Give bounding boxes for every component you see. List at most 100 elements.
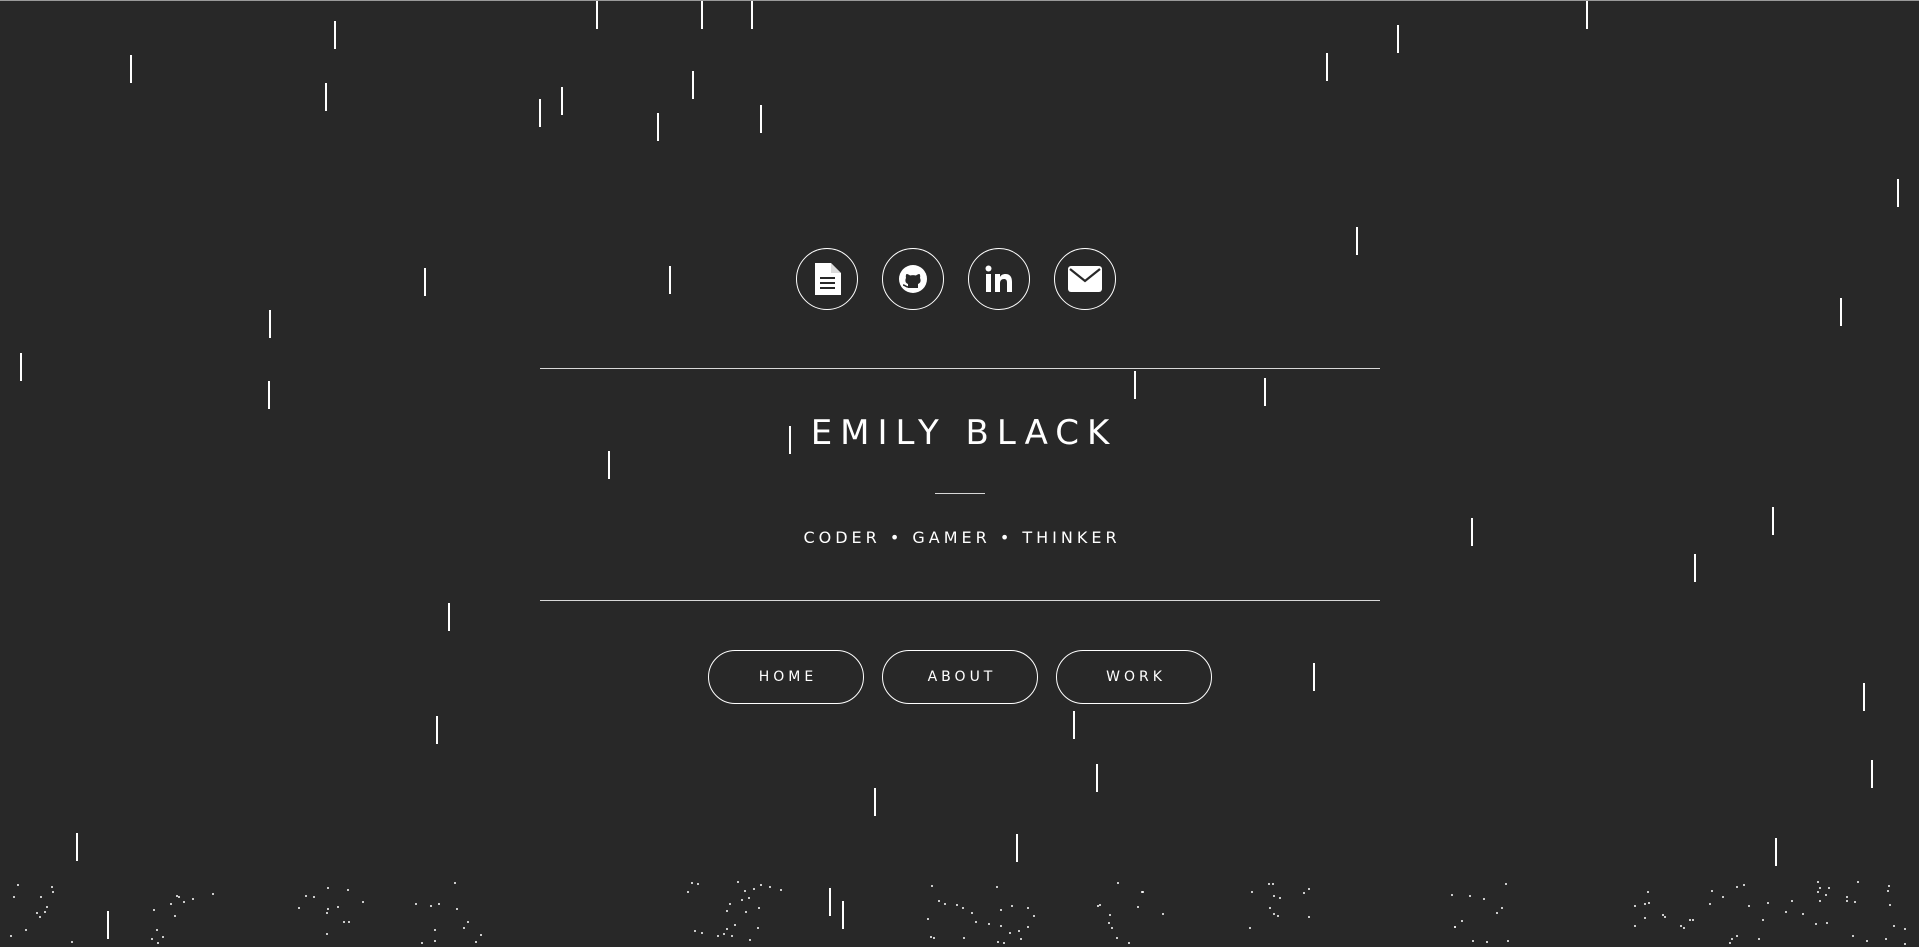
rain-splash — [691, 882, 693, 884]
rain-splash — [944, 903, 946, 905]
rain-drop — [608, 451, 610, 479]
bottom-divider — [540, 600, 1380, 601]
rain-splash — [963, 937, 965, 939]
rain-splash — [326, 912, 328, 914]
rain-splash — [415, 903, 417, 905]
rain-drop — [1694, 554, 1696, 582]
rain-splash — [687, 891, 689, 893]
rain-drop — [76, 833, 78, 861]
rain-splash — [760, 884, 762, 886]
rain-splash — [153, 909, 155, 911]
rain-splash — [46, 906, 48, 908]
rain-drop — [436, 716, 438, 744]
rain-splash — [938, 900, 940, 902]
rain-drop — [842, 901, 844, 929]
rain-splash — [1683, 927, 1685, 929]
rain-splash — [741, 899, 743, 901]
rain-splash — [456, 908, 458, 910]
rain-splash — [1269, 907, 1271, 909]
rain-splash — [1454, 926, 1456, 928]
rain-splash — [1817, 891, 1819, 893]
rain-splash — [1736, 935, 1738, 937]
rain-splash — [1033, 915, 1035, 917]
rain-splash — [1825, 894, 1827, 896]
page-title: EMILY BLACK — [810, 413, 1118, 453]
rain-drop — [596, 1, 598, 29]
rain-splash — [1461, 920, 1463, 922]
github-button[interactable] — [882, 248, 944, 310]
social-links — [796, 248, 1116, 310]
rain-splash — [305, 895, 307, 897]
rain-drop — [1096, 764, 1098, 792]
rain-splash — [39, 916, 41, 918]
rain-splash — [162, 936, 164, 938]
rain-splash — [337, 906, 339, 908]
rain-splash — [734, 924, 736, 926]
rain-splash — [1664, 916, 1666, 918]
rain-splash — [1109, 914, 1111, 916]
about-button[interactable]: ABOUT — [882, 650, 1038, 704]
rain-drop — [751, 1, 753, 29]
rain-splash — [1729, 942, 1731, 944]
rain-splash — [1027, 907, 1029, 909]
rain-splash — [348, 921, 350, 923]
rain-splash — [1505, 883, 1507, 885]
rain-drop — [269, 310, 271, 338]
rain-splash — [729, 903, 731, 905]
rain-drop — [448, 603, 450, 631]
work-button[interactable]: WORK — [1056, 650, 1212, 704]
rain-splash — [758, 907, 760, 909]
rain-splash — [17, 884, 19, 886]
rain-splash — [1483, 898, 1485, 900]
rain-splash — [780, 889, 782, 891]
rain-splash — [1108, 922, 1110, 924]
email-button[interactable] — [1054, 248, 1116, 310]
rain-splash — [1817, 881, 1819, 883]
rain-splash — [694, 930, 696, 932]
rain-splash — [454, 882, 456, 884]
rain-splash — [1819, 900, 1821, 902]
rain-splash — [1116, 937, 1118, 939]
rain-splash — [1451, 894, 1453, 896]
rain-splash — [1802, 913, 1804, 915]
rain-splash — [1000, 925, 1002, 927]
rain-splash — [1736, 886, 1738, 888]
rain-splash — [36, 912, 38, 914]
home-button[interactable]: HOME — [708, 650, 864, 704]
rain-splash — [930, 936, 932, 938]
rain-splash — [467, 921, 469, 923]
rain-splash — [1857, 881, 1859, 883]
rain-splash — [749, 939, 751, 941]
linkedin-button[interactable] — [968, 248, 1030, 310]
rain-splash — [1501, 907, 1503, 909]
rain-drop — [1313, 663, 1315, 691]
linkedin-icon — [984, 264, 1014, 294]
rain-splash — [1731, 938, 1733, 940]
rain-splash — [1889, 904, 1891, 906]
rain-splash — [1011, 905, 1013, 907]
rain-splash — [1137, 906, 1139, 908]
rain-splash-particles — [0, 1, 1919, 947]
rain-splash — [1117, 882, 1119, 884]
rain-splash — [438, 903, 440, 905]
rain-animation — [0, 1, 1919, 947]
rain-splash — [170, 903, 172, 905]
rain-splash — [726, 928, 728, 930]
rain-splash — [1852, 935, 1854, 937]
rain-drop — [539, 99, 541, 127]
rain-splash — [1826, 922, 1828, 924]
rain-splash — [988, 923, 990, 925]
rain-splash — [463, 927, 465, 929]
rain-splash — [44, 911, 46, 913]
resume-button[interactable] — [796, 248, 858, 310]
rain-splash — [1277, 915, 1279, 917]
rain-splash — [1634, 925, 1636, 927]
rain-splash — [1866, 940, 1868, 942]
rain-splash — [1486, 941, 1488, 943]
rain-drop — [692, 71, 694, 99]
github-icon — [897, 263, 929, 295]
rain-splash — [1904, 943, 1906, 945]
rain-splash — [10, 935, 12, 937]
rain-splash — [1272, 883, 1274, 885]
rain-splash — [25, 929, 27, 931]
